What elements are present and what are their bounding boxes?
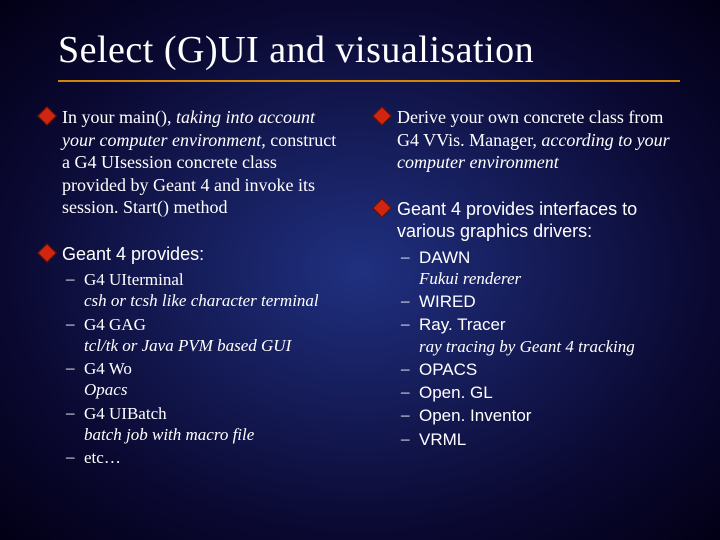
item-name: Open. GL — [419, 383, 493, 402]
content-columns: In your main(), taking into account your… — [40, 106, 680, 492]
right-column: Derive your own concrete class from G4 V… — [375, 106, 680, 492]
item-desc: Opacs — [84, 380, 127, 399]
list-item: Open. GL — [397, 382, 680, 403]
sublist-drivers: DAWN Fukui renderer WIRED Ray. Tracer ray … — [397, 247, 680, 450]
item-name: G4 UIterminal — [84, 270, 184, 289]
item-name: Open. Inventor — [419, 406, 531, 425]
left-column: In your main(), taking into account your… — [40, 106, 345, 492]
item-name: WIRED — [419, 292, 476, 311]
text: Geant 4 provides interfaces to various g… — [397, 199, 637, 242]
item-name: G4 UIBatch — [84, 404, 167, 423]
list-item: G4 UIBatch batch job with macro file — [62, 403, 345, 446]
item-name: G4 GAG — [84, 315, 146, 334]
item-desc: Fukui renderer — [419, 269, 521, 288]
bullet-main-intro: In your main(), taking into account your… — [40, 106, 345, 219]
slide-title: Select (G)UI and visualisation — [58, 28, 680, 82]
item-desc: csh or tcsh like character terminal — [84, 291, 319, 310]
text: Geant 4 provides: — [62, 244, 204, 264]
sublist-ui: G4 UIterminal csh or tcsh like character … — [62, 269, 345, 468]
item-name: DAWN — [419, 248, 470, 267]
text: In your main(), — [62, 107, 176, 127]
list-item: WIRED — [397, 291, 680, 312]
item-desc: ray tracing by Geant 4 tracking — [419, 337, 635, 356]
list-item: OPACS — [397, 359, 680, 380]
list-item: VRML — [397, 429, 680, 450]
bullet-derive-class: Derive your own concrete class from G4 V… — [375, 106, 680, 174]
item-name: VRML — [419, 430, 466, 449]
item-desc: batch job with macro file — [84, 425, 254, 444]
list-item: G4 Wo Opacs — [62, 358, 345, 401]
list-item: Ray. Tracer ray tracing by Geant 4 tracki… — [397, 314, 680, 357]
item-desc: tcl/tk or Java PVM based GUI — [84, 336, 291, 355]
bullet-graphics-drivers: Geant 4 provides interfaces to various g… — [375, 198, 680, 450]
item-name: etc… — [84, 448, 121, 467]
item-name: G4 Wo — [84, 359, 132, 378]
list-item: DAWN Fukui renderer — [397, 247, 680, 290]
bullet-geant-provides: Geant 4 provides: G4 UIterminal csh or tc… — [40, 243, 345, 469]
list-item: etc… — [62, 447, 345, 468]
list-item: G4 GAG tcl/tk or Java PVM based GUI — [62, 314, 345, 357]
list-item: G4 UIterminal csh or tcsh like character … — [62, 269, 345, 312]
item-name: Ray. Tracer — [419, 315, 506, 334]
list-item: Open. Inventor — [397, 405, 680, 426]
item-name: OPACS — [419, 360, 477, 379]
slide: Select (G)UI and visualisation In your m… — [0, 0, 720, 540]
